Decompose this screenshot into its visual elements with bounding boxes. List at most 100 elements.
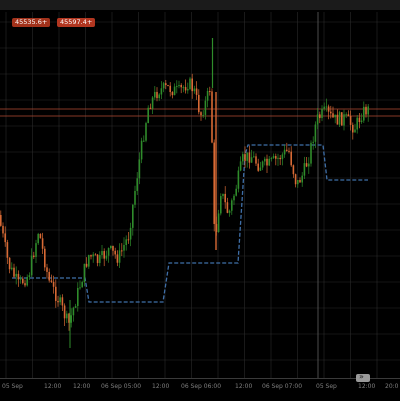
price-badge-ask: 45597.4+ [57, 18, 96, 27]
candle-down [352, 124, 354, 133]
candle-down [13, 267, 15, 277]
candle-up [314, 124, 317, 142]
candle-up [228, 210, 231, 213]
candle-up [11, 267, 13, 270]
candle-down [275, 156, 277, 159]
candle-down [290, 151, 292, 166]
time-tick: 12:00 [73, 383, 91, 390]
candle-up [125, 239, 127, 245]
candle-up [154, 91, 156, 98]
scroll-to-latest-button[interactable]: » [356, 372, 370, 382]
time-tick: 12:00 [44, 383, 62, 390]
candle-up [189, 78, 191, 90]
candle-up [264, 158, 266, 162]
candlestick-chart[interactable] [0, 0, 400, 378]
candle-up [92, 254, 94, 257]
candle-up [270, 158, 273, 160]
candle-up [272, 156, 275, 159]
candle-down [209, 90, 211, 92]
candle-down [286, 149, 288, 151]
candle-up [99, 255, 101, 264]
candle-down [226, 202, 229, 213]
candle-up [277, 157, 279, 159]
candle-up [259, 167, 262, 171]
candle-up [237, 170, 240, 189]
candle-up [134, 190, 136, 205]
candle-up [235, 188, 237, 196]
double-chevron-right-icon: » [359, 372, 364, 381]
candle-down [57, 300, 59, 303]
candle-down [127, 239, 130, 241]
candle-down [121, 250, 123, 252]
candle-down [341, 112, 343, 126]
candle-down [103, 251, 105, 259]
candle-down [257, 163, 259, 171]
candle-down [244, 154, 246, 161]
candle-down [180, 85, 182, 88]
candle-down [2, 225, 4, 234]
candle-up [101, 251, 103, 256]
candle-up [176, 86, 178, 88]
candle-down [44, 248, 46, 268]
candle-up [35, 243, 37, 257]
candle-up [231, 200, 233, 211]
candle-down [279, 157, 281, 160]
candle-up [110, 245, 112, 249]
candle-down [200, 112, 202, 116]
candle-up [323, 106, 325, 109]
candle-up [15, 273, 17, 277]
candle-up [147, 107, 149, 124]
candle-down [224, 193, 226, 203]
candle-down [39, 233, 42, 239]
candle-up [79, 287, 81, 289]
candle-down [24, 283, 26, 286]
price-chart[interactable] [0, 0, 400, 400]
candle-down [358, 117, 361, 123]
candle-up [70, 315, 72, 323]
time-axis[interactable]: 05 Sep 12:00 12:00 06 Sep 05:00 12:00 06… [0, 378, 400, 401]
candle-up [303, 163, 306, 176]
candle-down [299, 179, 301, 183]
candle-up [88, 255, 90, 267]
candle-up [160, 88, 163, 95]
candle-down [327, 106, 330, 112]
candle-up [316, 114, 319, 125]
candle-up [261, 161, 264, 168]
candle-up [345, 114, 347, 116]
candle-down [156, 91, 158, 99]
candle-up [250, 157, 253, 163]
candle-up [26, 277, 28, 286]
candle-down [112, 245, 114, 251]
time-tick: 12:00 [235, 383, 253, 390]
chart-grid [0, 12, 400, 378]
candle-up [363, 106, 365, 121]
candle-up [367, 106, 369, 115]
dashed-step-line [12, 144, 368, 303]
candle-up [173, 86, 176, 96]
candle-down [90, 255, 92, 257]
candle-down [347, 114, 350, 117]
candle-up [220, 196, 222, 214]
candle-up [107, 248, 110, 256]
candle-up [158, 94, 160, 99]
candle-down [96, 254, 99, 264]
candle-up [151, 97, 154, 109]
candle-up [325, 106, 328, 108]
candle-down [46, 267, 48, 272]
candle-up [356, 117, 358, 130]
candle-up [140, 140, 143, 160]
candle-up [343, 114, 345, 126]
candle-up [162, 83, 165, 89]
time-tick: 05 Sep [316, 383, 337, 390]
candle-up [354, 129, 356, 133]
candle-down [63, 305, 66, 319]
candle-down [332, 113, 334, 118]
candle-down [149, 107, 152, 109]
candle-down [169, 85, 171, 93]
candle-up [145, 123, 147, 141]
candle-down [330, 111, 332, 114]
time-tick: 12:00 [152, 383, 170, 390]
candle-down [167, 85, 169, 87]
candle-up [310, 142, 312, 164]
candle-down [305, 163, 308, 167]
